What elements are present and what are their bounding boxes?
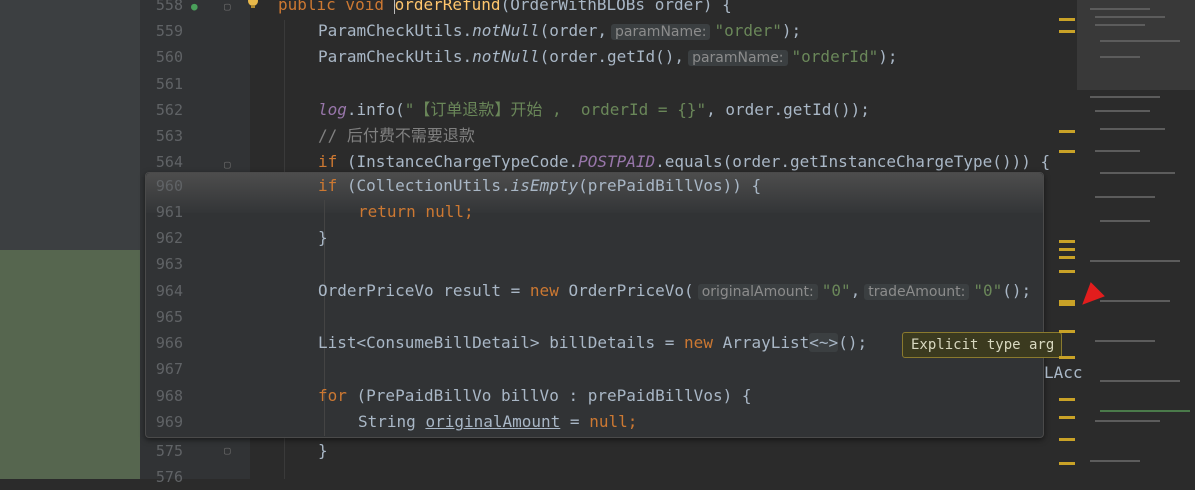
code-text[interactable]: log.info("【订单退款】开始 , orderId = {}", orde… <box>318 97 870 123</box>
warning-marker[interactable] <box>1059 150 1075 153</box>
minimap-line <box>1095 16 1165 18</box>
minimap-line <box>1095 150 1140 152</box>
code-text[interactable]: if (CollectionUtils.isEmpty(prePaidBillV… <box>318 173 761 199</box>
line-number: 576 <box>155 468 183 486</box>
warning-marker[interactable] <box>1059 270 1075 273</box>
warning-marker[interactable] <box>1059 356 1075 359</box>
code-line: 964 OrderPriceVo result = new OrderPrice… <box>0 278 1075 304</box>
warning-marker[interactable] <box>1059 300 1075 306</box>
minimap-line <box>1100 220 1150 222</box>
minimap-line <box>1090 8 1150 10</box>
code-line: 960 if (CollectionUtils.isEmpty(prePaidB… <box>0 173 1075 199</box>
line-number: 962 <box>155 229 183 247</box>
code-line: 576 <box>0 464 1075 490</box>
code-line: 560 ParamCheckUtils.notNull(order.getId(… <box>0 44 1075 70</box>
code-text[interactable]: public void orderRefund(OrderWithBLOBs o… <box>278 0 732 18</box>
line-number: 967 <box>155 360 183 378</box>
inspection-tooltip[interactable]: Explicit type arg <box>902 332 1062 358</box>
warning-marker[interactable] <box>1059 438 1075 441</box>
overflow-text: LAcc <box>1044 363 1083 382</box>
warning-marker[interactable] <box>1059 398 1075 401</box>
minimap-line <box>1090 460 1140 462</box>
code-text[interactable]: return null; <box>358 199 474 225</box>
code-text[interactable]: } <box>318 438 328 464</box>
line-number: 963 <box>155 255 183 273</box>
line-number: 560 <box>155 48 183 66</box>
minimap-change-line <box>1100 410 1190 412</box>
warning-marker[interactable] <box>1059 130 1075 133</box>
line-number: 563 <box>155 127 183 145</box>
code-text[interactable]: ParamCheckUtils.notNull(order.getId(), pa… <box>318 44 898 71</box>
code-line: 561 <box>0 71 1075 97</box>
code-line: 961 return null; <box>0 199 1075 225</box>
minimap-line <box>1100 172 1175 174</box>
code-line: 562 log.info("【订单退款】开始 , orderId = {}", … <box>0 97 1075 123</box>
warning-marker[interactable] <box>1059 240 1075 243</box>
minimap-line <box>1095 196 1155 198</box>
code-line: 967 <box>0 356 1075 382</box>
warning-marker[interactable] <box>1059 462 1075 465</box>
code-line: 968 for (PrePaidBillVo billVo : prePaidB… <box>0 383 1075 409</box>
code-line: 559 ParamCheckUtils.notNull(order, paramN… <box>0 18 1075 44</box>
code-comment[interactable]: // 后付费不需要退款 <box>318 123 475 149</box>
code-line: 965 <box>0 304 1075 330</box>
line-number: 966 <box>155 334 183 352</box>
minimap-line <box>1095 340 1155 342</box>
warning-marker[interactable] <box>1059 330 1075 333</box>
line-number: 559 <box>155 22 183 40</box>
warning-marker[interactable] <box>1059 256 1075 259</box>
minimap-line <box>1090 260 1180 262</box>
minimap-line <box>1090 96 1160 98</box>
code-line: 575 } <box>0 438 1075 464</box>
minimap-line <box>1095 110 1150 112</box>
code-line: 962 } <box>0 225 1075 251</box>
line-number: 964 <box>155 282 183 300</box>
code-text[interactable]: } <box>318 225 328 251</box>
line-number: 960 <box>155 177 183 195</box>
line-number: 575 <box>155 442 183 460</box>
code-line: 558 public void orderRefund(OrderWithBLO… <box>0 0 1075 18</box>
warning-marker[interactable] <box>1059 248 1075 251</box>
line-number: 562 <box>155 101 183 119</box>
code-text[interactable]: String originalAmount = null; <box>358 409 637 435</box>
line-number: 961 <box>155 203 183 221</box>
minimap-line <box>1100 300 1170 302</box>
code-line: 563 // 后付费不需要退款 <box>0 123 1075 149</box>
minimap-line <box>1100 128 1165 130</box>
minimap-viewport[interactable] <box>1077 0 1195 90</box>
line-number: 561 <box>155 75 183 93</box>
minimap-line <box>1100 40 1180 42</box>
minimap-line <box>1095 420 1160 422</box>
code-text[interactable]: ParamCheckUtils.notNull(order, paramName:… <box>318 18 801 45</box>
line-number: 965 <box>155 308 183 326</box>
code-text[interactable]: for (PrePaidBillVo billVo : prePaidBillV… <box>318 383 751 409</box>
minimap-line <box>1095 24 1145 26</box>
code-line: 969 String originalAmount = null; <box>0 409 1075 435</box>
line-number: 969 <box>155 413 183 431</box>
warning-marker[interactable] <box>1059 416 1075 419</box>
warning-marker[interactable] <box>1059 18 1075 21</box>
line-number: 558 <box>155 0 183 14</box>
code-line: 963 <box>0 251 1075 277</box>
code-text[interactable]: List<ConsumeBillDetail> billDetails = ne… <box>318 330 867 356</box>
minimap-line <box>1100 380 1180 382</box>
line-number: 968 <box>155 387 183 405</box>
minimap-line <box>1100 56 1140 58</box>
code-text[interactable]: OrderPriceVo result = new OrderPriceVo(o… <box>318 278 1031 305</box>
warning-marker[interactable] <box>1059 30 1075 33</box>
